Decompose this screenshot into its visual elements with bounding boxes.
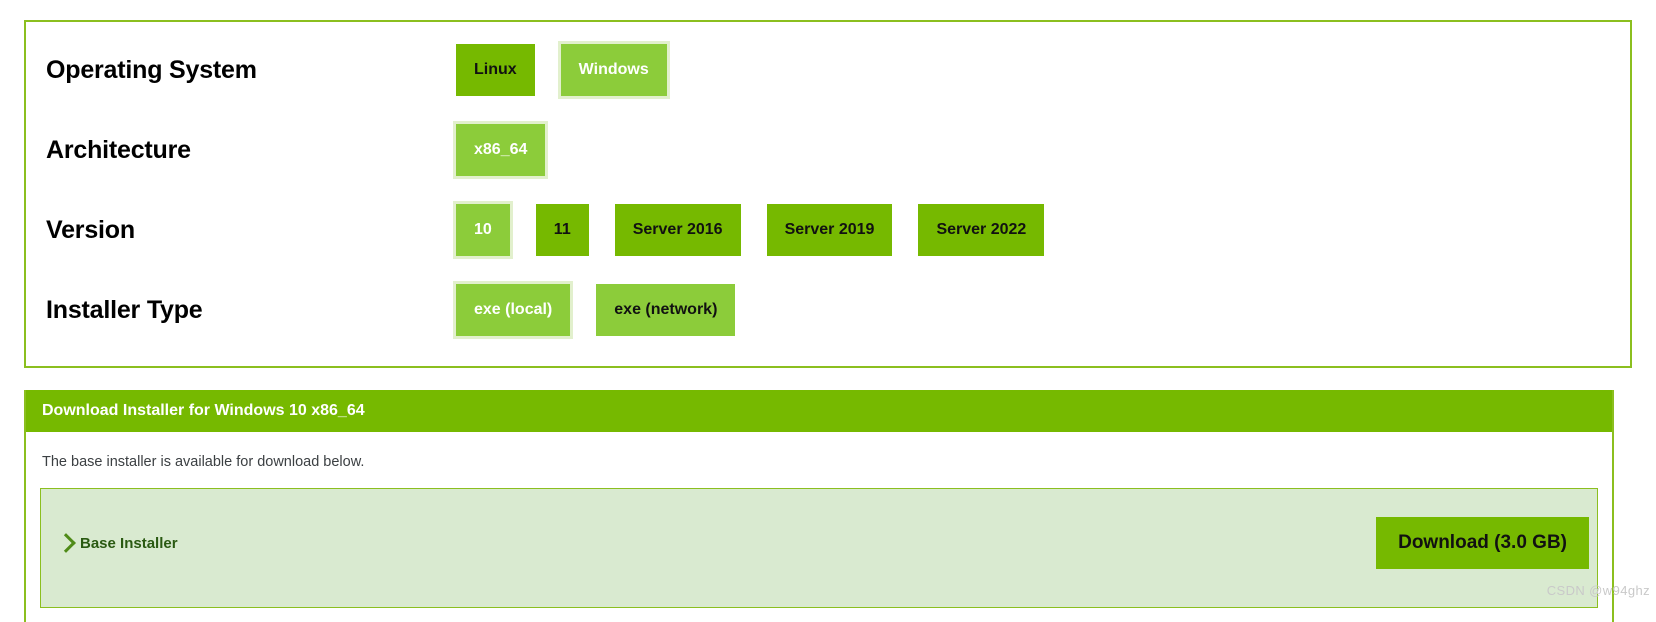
option-windows[interactable]: Windows: [560, 44, 667, 96]
chevron-right-icon: [56, 533, 76, 553]
selector-row-installer-type: Installer Type exe (local) exe (network): [26, 270, 1630, 350]
base-installer-box: Base Installer Download (3.0 GB): [40, 488, 1598, 608]
selector-options-operating-system: Linux Windows: [456, 44, 667, 96]
base-installer-label: Base Installer: [80, 534, 178, 552]
selector-label-operating-system: Operating System: [46, 55, 257, 84]
option-exe-network[interactable]: exe (network): [596, 284, 736, 336]
selector-label-architecture: Architecture: [46, 135, 191, 164]
selector-options-version: 10 11 Server 2016 Server 2019 Server 202…: [456, 204, 1045, 256]
selector-row-version: Version 10 11 Server 2016 Server 2019 Se…: [26, 190, 1630, 270]
selector-options-installer-type: exe (local) exe (network): [456, 284, 736, 336]
download-description: The base installer is available for down…: [42, 454, 365, 470]
download-panel-title: Download Installer for Windows 10 x86_64: [42, 402, 365, 419]
base-installer-row: Base Installer Download (3.0 GB): [41, 515, 1597, 571]
download-panel-body: The base installer is available for down…: [26, 454, 1612, 608]
option-version-11[interactable]: 11: [535, 204, 589, 256]
option-server-2022[interactable]: Server 2022: [918, 204, 1045, 256]
selector-row-operating-system: Operating System Linux Windows: [26, 30, 1630, 110]
selector-options-architecture: x86_64: [456, 124, 546, 176]
option-exe-local[interactable]: exe (local): [456, 284, 571, 336]
option-x86-64[interactable]: x86_64: [456, 124, 546, 176]
selector-row-architecture: Architecture x86_64: [26, 110, 1630, 190]
option-linux[interactable]: Linux: [456, 44, 535, 96]
option-server-2019[interactable]: Server 2019: [766, 204, 893, 256]
selector-label-installer-type: Installer Type: [46, 295, 203, 324]
selector-label-version: Version: [46, 215, 135, 244]
download-button[interactable]: Download (3.0 GB): [1376, 517, 1589, 569]
download-panel: Download Installer for Windows 10 x86_64…: [24, 390, 1614, 622]
option-version-10[interactable]: 10: [456, 204, 510, 256]
watermark: CSDN @w94ghz: [1546, 583, 1650, 598]
platform-selector-panel: Operating System Linux Windows Architect…: [24, 20, 1632, 368]
download-panel-header: Download Installer for Windows 10 x86_64: [26, 390, 1612, 432]
option-server-2016[interactable]: Server 2016: [614, 204, 741, 256]
base-installer-toggle[interactable]: Base Installer: [56, 533, 178, 553]
